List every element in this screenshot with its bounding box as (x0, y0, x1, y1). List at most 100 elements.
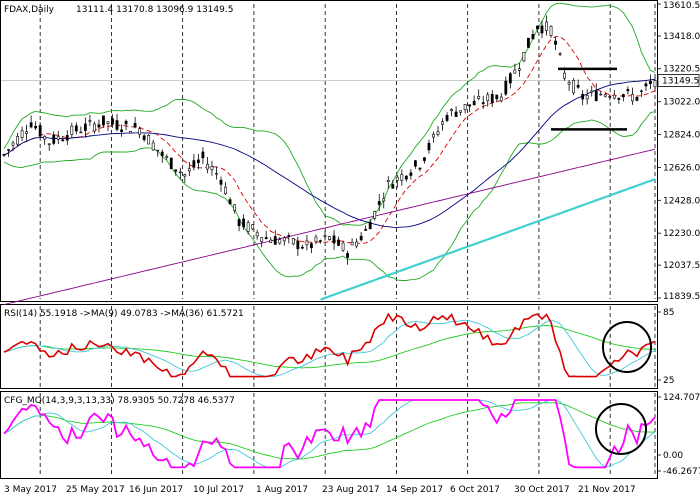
candle-body (640, 90, 643, 92)
candle-body (300, 246, 304, 249)
rsi-line (3, 312, 656, 378)
candle-body (52, 134, 56, 144)
candle-body (441, 121, 444, 125)
date-tick-label: 14 Sep 2017 (386, 485, 443, 495)
candle-body (477, 96, 481, 99)
candle-body (590, 90, 594, 93)
candle-body (43, 135, 47, 140)
rsi-tick-label: 25 (663, 376, 674, 386)
rsi-header: RSI(14) 55.1918 ->MA(9) 49.0783 ->MA(36)… (4, 309, 244, 319)
candle-body (391, 184, 395, 189)
cfg-signal-slow (3, 402, 655, 460)
date-tick-label: 21 Nov 2017 (578, 485, 636, 495)
candle-body (513, 69, 517, 74)
candle-body (70, 125, 74, 135)
candle-body (133, 123, 137, 128)
date-tick-label: 25 May 2017 (66, 485, 125, 495)
date-tick-label: 1 Aug 2017 (256, 485, 308, 495)
date-tick-label: 6 Oct 2017 (450, 485, 500, 495)
candle-body (468, 104, 472, 107)
candle-body (124, 120, 128, 125)
blue-ma (3, 78, 656, 228)
candle-body (129, 131, 132, 134)
cfg-series (3, 399, 656, 469)
price-tick-label: 12824.0 (663, 131, 700, 141)
candle-body (427, 142, 431, 151)
price-tick-label: 12626.0 (663, 163, 700, 173)
current-price-label: 13149.5 (662, 77, 699, 87)
candle-body (11, 142, 15, 146)
candle-body (644, 83, 648, 87)
candle-body (7, 149, 10, 151)
candle-body (83, 123, 87, 131)
candle-body (472, 100, 476, 106)
candle-body (156, 149, 160, 152)
candle-body (296, 240, 300, 250)
candle-body (432, 133, 435, 138)
candle-body (359, 235, 363, 241)
candle-body (106, 121, 110, 124)
candle-body (224, 186, 227, 195)
date-tick-label: 3 May 2017 (4, 485, 57, 495)
candle-body (423, 157, 426, 161)
candle-body (404, 175, 408, 180)
cfg-tick-label: 124.7071 (663, 393, 700, 403)
candle-body (314, 236, 318, 242)
price-panel-frame (0, 0, 658, 302)
candle-body (395, 176, 399, 181)
candle-body (346, 253, 349, 258)
candle-body (436, 131, 440, 135)
candle-body (178, 171, 182, 174)
candle-body (287, 235, 291, 237)
candle-body (319, 240, 322, 242)
candle-body (608, 96, 612, 98)
candle-body (463, 104, 467, 111)
candle-body (65, 134, 69, 141)
candle-body (215, 173, 218, 175)
candle-body (337, 239, 340, 246)
candle-body (527, 37, 530, 48)
candle-body (273, 236, 277, 245)
candle-body (572, 79, 576, 94)
candle-body (196, 159, 200, 163)
candle-body (594, 90, 598, 101)
candle-body (61, 139, 65, 142)
candle-body (183, 174, 187, 177)
candle-body (169, 157, 173, 170)
cfg-tick-label: -46.2677 (663, 467, 700, 477)
annotations (551, 67, 652, 455)
candle-body (377, 201, 381, 205)
candle-body (160, 151, 164, 157)
candle-body (328, 236, 331, 240)
candle-body (612, 94, 616, 99)
price-tick-label: 13610.5 (663, 1, 700, 11)
candle-body (499, 96, 503, 102)
candle-body (147, 135, 151, 145)
candle-body (47, 143, 51, 145)
date-gridlines (1, 4, 657, 477)
candle-body (508, 73, 512, 84)
candle-body (310, 243, 313, 249)
candle-body (255, 232, 259, 237)
candle-body (531, 34, 535, 40)
candle-body (233, 204, 236, 211)
candle-body (332, 235, 336, 244)
axes: 13610.5 13418.0 13220.5 13022.0 12824.0 12626… (4, 1, 700, 495)
candle-body (278, 239, 282, 244)
candle-body (621, 94, 625, 98)
candle-body (653, 80, 657, 88)
cfg-header: CFG_MO(14,3,9,3,13,33) 78.9305 50.7278 4… (4, 396, 235, 406)
candle-body (291, 238, 295, 245)
candle-body (174, 169, 178, 172)
candle-body (617, 97, 621, 100)
candle-body (228, 199, 232, 205)
candle-body (558, 53, 562, 56)
chart-canvas[interactable]: FDAX,Daily 13111.4 13170.8 13096.9 13149… (0, 0, 700, 500)
date-tick-label: 16 Jun 2017 (129, 485, 183, 495)
bollinger-lower (3, 111, 656, 281)
price-tick-label: 12428.0 (663, 196, 700, 206)
candle-body (522, 51, 526, 62)
candle-body (418, 167, 422, 170)
candle-body (138, 128, 142, 135)
price-tick-label: 11839.5 (663, 292, 700, 302)
